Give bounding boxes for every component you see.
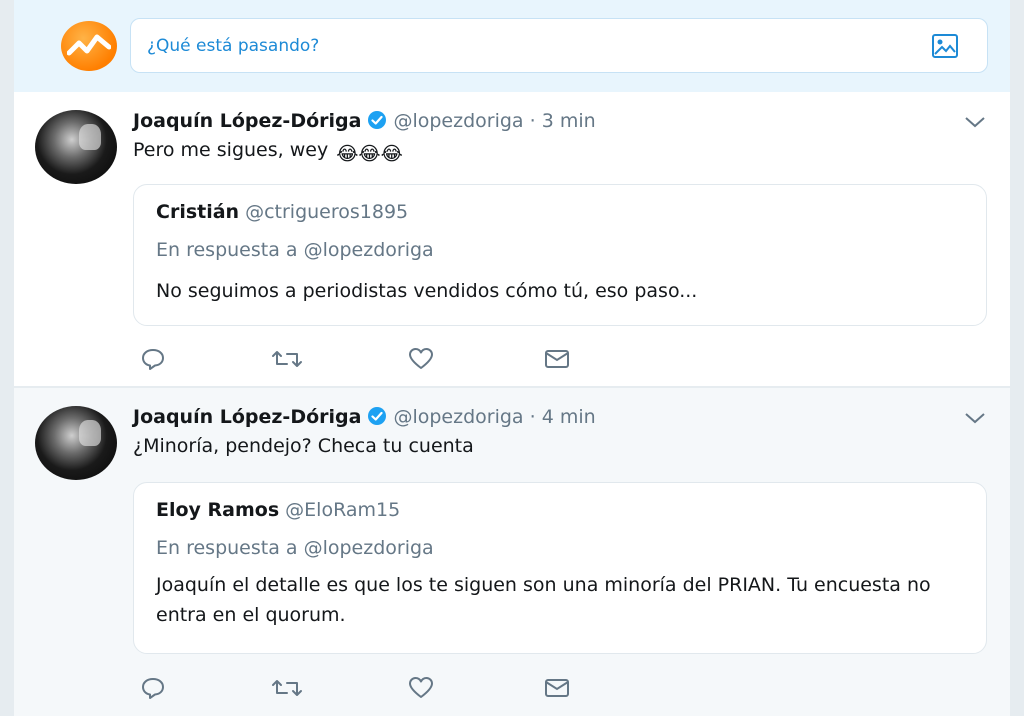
chevron-down-icon[interactable]: [964, 114, 986, 133]
direct-message-icon[interactable]: [543, 345, 575, 377]
tweet-text: ¿Minoría, pendejo? Checa tu cuenta: [133, 435, 474, 457]
avatar[interactable]: [35, 110, 117, 184]
timestamp[interactable]: 3 min: [542, 110, 596, 132]
direct-message-icon[interactable]: [543, 674, 575, 706]
tweet-text: Pero me sigues, wey 😂😂😂: [133, 139, 403, 165]
tweet-text-body: Pero me sigues, wey: [133, 139, 329, 161]
tweet[interactable]: Joaquín López-Dóriga @lopezdoriga · 4 min…: [14, 388, 1010, 716]
retweet-icon[interactable]: [271, 674, 303, 706]
brand-logo-icon[interactable]: [61, 21, 117, 71]
quoted-tweet[interactable]: Eloy Ramos @EloRam15 En respuesta a @lope…: [133, 482, 987, 654]
timestamp[interactable]: 4 min: [542, 406, 596, 428]
author-name[interactable]: Joaquín López-Dóriga: [133, 406, 361, 428]
quoted-author-name: Cristián: [156, 201, 240, 223]
author-handle[interactable]: @lopezdoriga: [393, 110, 523, 132]
quoted-author-name: Eloy Ramos: [156, 499, 280, 521]
separator: ·: [529, 406, 536, 428]
quoted-reply-to: En respuesta a @lopezdoriga: [156, 239, 434, 261]
separator: ·: [529, 110, 536, 132]
like-icon[interactable]: [407, 674, 439, 706]
avatar[interactable]: [35, 406, 117, 480]
reply-icon[interactable]: [139, 345, 171, 377]
tweet-header: Joaquín López-Dóriga @lopezdoriga · 3 min: [133, 110, 596, 135]
tweet-header: Joaquín López-Dóriga @lopezdoriga · 4 min: [133, 406, 596, 431]
compose-input[interactable]: ¿Qué está pasando?: [130, 18, 988, 73]
reply-icon[interactable]: [139, 674, 171, 706]
tweet[interactable]: Joaquín López-Dóriga @lopezdoriga · 3 min…: [14, 92, 1010, 386]
quoted-author-handle: @EloRam15: [285, 499, 401, 521]
quoted-header: Eloy Ramos @EloRam15: [156, 499, 400, 521]
quoted-text: Joaquín el detalle es que los te siguen …: [156, 574, 931, 626]
quoted-reply-to: En respuesta a @lopezdoriga: [156, 537, 434, 559]
laughing-emoji-icon: 😂😂😂: [336, 143, 403, 165]
image-icon[interactable]: [931, 33, 959, 63]
author-name[interactable]: Joaquín López-Dóriga: [133, 110, 361, 132]
verified-icon: [367, 406, 387, 431]
quoted-text: No seguimos a periodistas vendidos cómo …: [156, 280, 698, 302]
retweet-icon[interactable]: [271, 345, 303, 377]
compose-placeholder: ¿Qué está pasando?: [147, 36, 320, 56]
quoted-tweet[interactable]: Cristián @ctrigueros1895 En respuesta a @…: [133, 184, 987, 326]
tweet-actions: [139, 345, 579, 375]
quoted-author-handle: @ctrigueros1895: [245, 201, 409, 223]
like-icon[interactable]: [407, 345, 439, 377]
chevron-down-icon[interactable]: [964, 410, 986, 429]
quoted-header: Cristián @ctrigueros1895: [156, 201, 408, 223]
verified-icon: [367, 110, 387, 135]
tweet-actions: [139, 674, 579, 704]
author-handle[interactable]: @lopezdoriga: [393, 406, 523, 428]
